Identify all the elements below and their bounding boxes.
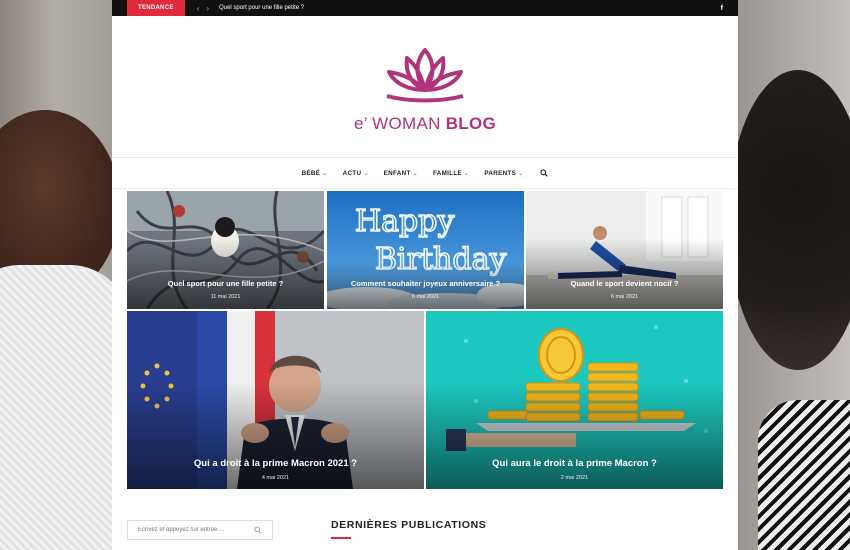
card-date: 4 mai 2021 <box>261 475 290 481</box>
trending-arrows: ‹ › <box>197 4 209 13</box>
nav-item-parents[interactable]: PARENTS ⌄ <box>484 170 523 177</box>
latest-posts-section: DERNIÈRES PUBLICATIONS <box>331 519 486 539</box>
featured-card[interactable]: Qui aura le droit à la prime Macron ? 2 … <box>426 311 723 489</box>
nav-item-famille[interactable]: FAMILLE ⌄ <box>433 170 469 177</box>
card-title[interactable]: Comment souhaiter joyeux anniversaire ? <box>327 279 524 288</box>
brand-name[interactable]: e’ WOMAN BLOG <box>354 114 496 134</box>
nav-item-label: PARENTS <box>484 169 517 177</box>
card-caption: Qui a droit à la prime Macron 2021 ? 4 m… <box>127 458 424 481</box>
card-date: 6 mai 2021 <box>610 294 639 300</box>
card-date: 11 mai 2021 <box>210 294 241 300</box>
background-person-shirt <box>0 265 112 550</box>
search-icon[interactable] <box>540 169 549 177</box>
background-right-photo <box>738 0 850 550</box>
prev-arrow-icon[interactable]: ‹ <box>197 4 200 13</box>
card-caption: Qui aura le droit à la prime Macron ? 2 … <box>426 458 723 481</box>
card-date: 6 mai 2021 <box>411 294 440 300</box>
card-caption: Comment souhaiter joyeux anniversaire ? … <box>327 279 524 300</box>
trending-badge: TENDANCE <box>127 0 185 16</box>
card-title[interactable]: Qui a droit à la prime Macron 2021 ? <box>127 458 424 469</box>
card-caption: Quel sport pour une fille petite ? 11 ma… <box>127 279 324 300</box>
trending-headline-link[interactable]: Quel sport pour une fille petite ? <box>219 5 304 11</box>
section-heading: DERNIÈRES PUBLICATIONS <box>331 519 487 531</box>
card-title[interactable]: Qui aura le droit à la prime Macron ? <box>426 458 723 469</box>
card-date: 2 mai 2021 <box>560 475 589 481</box>
birthday-image-line1: Happy <box>355 204 454 239</box>
chevron-down-icon: ⌄ <box>464 170 470 177</box>
next-arrow-icon[interactable]: › <box>206 4 209 13</box>
featured-card[interactable]: Quand le sport devient nocif ? 6 mai 202… <box>526 191 723 309</box>
top-bar: TENDANCE ‹ › Quel sport pour une fille p… <box>112 0 738 16</box>
featured-card[interactable]: Qui a droit à la prime Macron 2021 ? 4 m… <box>127 311 424 489</box>
search-icon[interactable] <box>254 526 262 534</box>
lotus-icon[interactable] <box>379 46 471 104</box>
background-person-hair <box>738 70 850 370</box>
brand-name-prefix: e’ WOMAN <box>353 113 446 133</box>
search-input[interactable] <box>138 527 255 533</box>
sidebar-search <box>127 520 273 540</box>
chevron-down-icon: ⌄ <box>518 170 524 177</box>
background-left-photo <box>0 0 112 550</box>
card-caption: Quand le sport devient nocif ? 6 mai 202… <box>526 279 723 300</box>
nav-item-bebe[interactable]: BÉBÉ ⌄ <box>302 170 328 177</box>
card-title[interactable]: Quand le sport devient nocif ? <box>526 279 723 288</box>
nav-item-label: FAMILLE <box>432 169 463 177</box>
nav-item-enfant[interactable]: ENFANT ⌄ <box>384 170 418 177</box>
site-container: TENDANCE ‹ › Quel sport pour une fille p… <box>112 0 738 550</box>
brand-name-strong: BLOG <box>445 113 497 133</box>
featured-card[interactable]: Happy Birthday Comment souhaiter joyeux … <box>327 191 524 309</box>
site-header: e’ WOMAN BLOG <box>112 16 738 158</box>
facebook-icon[interactable]: f <box>721 5 723 12</box>
chevron-down-icon: ⌄ <box>363 170 369 177</box>
background-person-pattern <box>758 400 850 550</box>
chevron-down-icon: ⌄ <box>412 170 418 177</box>
heading-underline <box>331 537 351 539</box>
nav-item-label: ACTU <box>342 169 362 177</box>
nav-item-label: BÉBÉ <box>301 169 321 177</box>
nav-item-label: ENFANT <box>383 169 411 177</box>
chevron-down-icon: ⌄ <box>322 170 328 177</box>
featured-card[interactable]: Quel sport pour une fille petite ? 11 ma… <box>127 191 324 309</box>
nav-item-actu[interactable]: ACTU ⌄ <box>343 170 369 177</box>
main-nav: BÉBÉ ⌄ ACTU ⌄ ENFANT ⌄ FAMILLE ⌄ PARENTS… <box>112 158 738 189</box>
card-title[interactable]: Quel sport pour une fille petite ? <box>127 279 324 288</box>
